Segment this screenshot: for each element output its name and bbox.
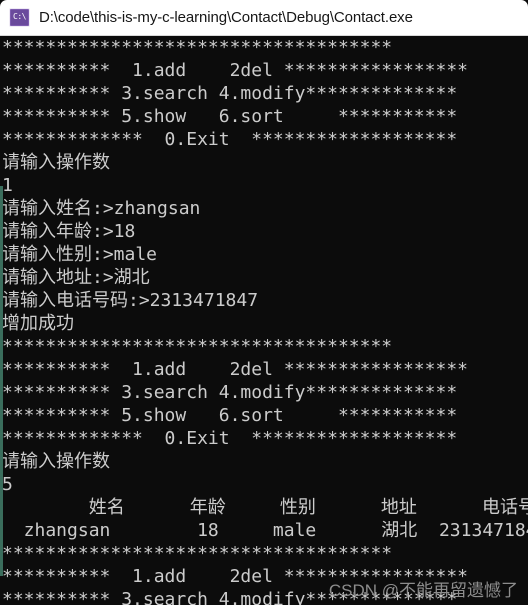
console-line: 1 xyxy=(2,175,13,196)
console-line: 请输入电话号码:>2313471847 xyxy=(2,290,259,311)
console-line: ********** 5.show 6.sort *********** xyxy=(2,405,458,426)
csdn-watermark: CSDN @不能再留遗憾了 xyxy=(328,581,518,600)
console-line: zhangsan 18 male 湖北 2313471847 xyxy=(2,520,528,541)
console-line: ********** 5.show 6.sort *********** xyxy=(2,106,458,127)
console-line: 请输入性别:>male xyxy=(2,244,158,265)
console-line: ********** 1.add 2del ***************** xyxy=(2,359,468,380)
console-icon-glyph: C:\ xyxy=(13,12,26,21)
console-line: 请输入操作数 xyxy=(2,152,110,173)
console-app-icon: C:\ xyxy=(9,8,30,27)
console-scrollbar-track[interactable] xyxy=(0,36,3,605)
console-line: 请输入年龄:>18 xyxy=(2,221,136,242)
console-line: ************************************ xyxy=(2,543,393,564)
console-line: ********** 3.search 4.modify************… xyxy=(2,83,458,104)
console-line: 增加成功 xyxy=(2,313,74,334)
console-line: 姓名 年龄 性别 地址 电话号 xyxy=(2,497,528,518)
console-line: ************* 0.Exit ******************* xyxy=(2,428,458,449)
console-window: C:\ D:\code\this-is-my-c-learning\Contac… xyxy=(0,0,528,605)
console-scrollbar-thumb[interactable] xyxy=(0,186,3,576)
console-line: ********** 3.search 4.modify************… xyxy=(2,382,458,403)
console-line: ********** 1.add 2del ***************** xyxy=(2,60,468,81)
console-text-buffer: ************************************ ****… xyxy=(2,36,528,605)
console-line: 请输入操作数 xyxy=(2,451,110,472)
console-line: 请输入姓名:>zhangsan xyxy=(2,198,201,219)
console-line: 请输入地址:>湖北 xyxy=(2,267,150,288)
console-line: 5 xyxy=(2,474,13,495)
window-titlebar[interactable]: C:\ D:\code\this-is-my-c-learning\Contac… xyxy=(0,0,528,36)
console-output-area[interactable]: ************************************ ****… xyxy=(0,36,528,605)
window-title: D:\code\this-is-my-c-learning\Contact\De… xyxy=(39,9,413,26)
console-line: ************************************ xyxy=(2,336,393,357)
console-line: ************* 0.Exit ******************* xyxy=(2,129,458,150)
console-line: ************************************ xyxy=(2,37,393,58)
